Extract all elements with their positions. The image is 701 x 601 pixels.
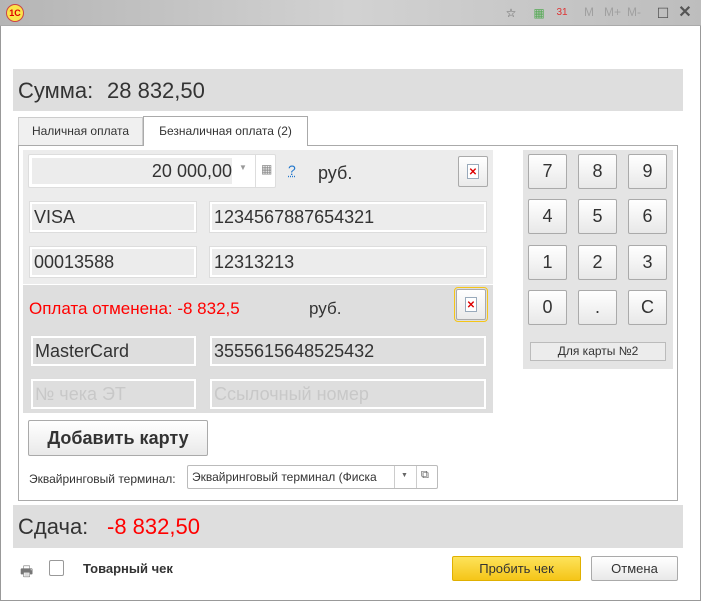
cancel-button[interactable]: Отмена	[591, 556, 678, 581]
terminal-label: Эквайринговый терминал:	[29, 472, 176, 486]
key-7[interactable]: 7	[528, 154, 567, 189]
currency-label: руб.	[309, 299, 342, 318]
reference-number-field[interactable]: Ссылочный номер	[209, 378, 487, 410]
cancelled-status: Оплата отменена: -8 832,5	[29, 299, 240, 318]
key-9[interactable]: 9	[628, 154, 667, 189]
help-link[interactable]: ?	[288, 162, 296, 178]
delete-card-1-button[interactable]: ✕	[458, 156, 488, 187]
tab-cashless[interactable]: Безналичная оплата (2)	[143, 116, 308, 146]
key-1[interactable]: 1	[528, 245, 567, 280]
check-number-field[interactable]: 00013588	[29, 246, 197, 278]
change-label: Сдача:	[18, 514, 89, 539]
tab-cash[interactable]: Наличная оплата	[18, 117, 143, 145]
card-number-field[interactable]: 3555615648525432	[209, 335, 487, 367]
receipt-label[interactable]: Товарный чек	[83, 561, 173, 576]
key-2[interactable]: 2	[578, 245, 617, 280]
close-icon[interactable]: ✕	[676, 4, 694, 22]
key-3[interactable]: 3	[628, 245, 667, 280]
card-1-panel: 20 000,00 ▼ ▦ ? руб. ✕ VISA 123456788765…	[23, 150, 493, 284]
card-type-field[interactable]: VISA	[29, 201, 197, 233]
key-8[interactable]: 8	[578, 154, 617, 189]
change-bar: Сдача: -8 832,50	[13, 505, 683, 548]
sum-bar: Сумма: 28 832,50	[13, 69, 683, 111]
add-card-button[interactable]: Добавить карту	[28, 420, 208, 456]
card-number-field[interactable]: 1234567887654321	[209, 201, 487, 233]
open-icon[interactable]: ⧉	[421, 469, 429, 482]
key-6[interactable]: 6	[628, 199, 667, 234]
delete-icon: ✕	[465, 297, 477, 312]
calculator-icon[interactable]: ▦	[530, 4, 548, 22]
amount-value: 20 000,00	[32, 158, 232, 184]
app-logo: 1С	[6, 4, 24, 22]
keypad: 7 8 9 4 5 6 1 2 3 0 . C Для карты №2	[523, 150, 673, 369]
check-number-field[interactable]: № чека ЭТ	[30, 378, 197, 410]
printer-icon[interactable]: 🖶	[20, 561, 33, 585]
memory-m-button[interactable]: M	[584, 5, 594, 19]
receipt-checkbox[interactable]	[49, 560, 64, 576]
delete-card-2-button[interactable]: ✕	[454, 287, 488, 322]
memory-plus-button[interactable]: M+	[604, 5, 621, 19]
key-0[interactable]: 0	[528, 290, 567, 325]
terminal-value: Эквайринговый терминал (Фиска	[192, 470, 377, 484]
sum-label: Сумма:	[18, 78, 94, 103]
change-value: -8 832,50	[107, 514, 200, 539]
card-2-panel: Оплата отменена: -8 832,5 руб. ✕ MasterC…	[23, 285, 493, 413]
keypad-target-label: Для карты №2	[530, 342, 666, 361]
dropdown-icon[interactable]: ▼	[401, 472, 408, 479]
sum-value: 28 832,50	[107, 78, 205, 103]
favorites-icon[interactable]: ☆	[502, 4, 520, 22]
key-clear[interactable]: C	[628, 290, 667, 325]
calculator-icon[interactable]: ▦	[261, 162, 272, 176]
amount-field[interactable]: 20 000,00 ▼ ▦	[28, 154, 276, 188]
dropdown-icon[interactable]: ▼	[239, 163, 247, 172]
maximize-icon[interactable]: ☐	[654, 4, 672, 22]
key-decimal[interactable]: .	[578, 290, 617, 325]
submit-receipt-button[interactable]: Пробить чек	[452, 556, 581, 581]
currency-label: руб.	[318, 163, 353, 183]
reference-number-field[interactable]: 12313213	[209, 246, 487, 278]
memory-minus-button[interactable]: M-	[627, 5, 641, 19]
key-5[interactable]: 5	[578, 199, 617, 234]
key-4[interactable]: 4	[528, 199, 567, 234]
card-type-field[interactable]: MasterCard	[30, 335, 197, 367]
terminal-select[interactable]: Эквайринговый терминал (Фиска ▼ ⧉	[187, 465, 438, 489]
calendar-icon[interactable]: 31	[553, 4, 571, 22]
delete-icon: ✕	[467, 164, 479, 179]
title-bar: 1С ☆ ▦ 31 M M+ M- ☐ ✕	[0, 0, 701, 26]
